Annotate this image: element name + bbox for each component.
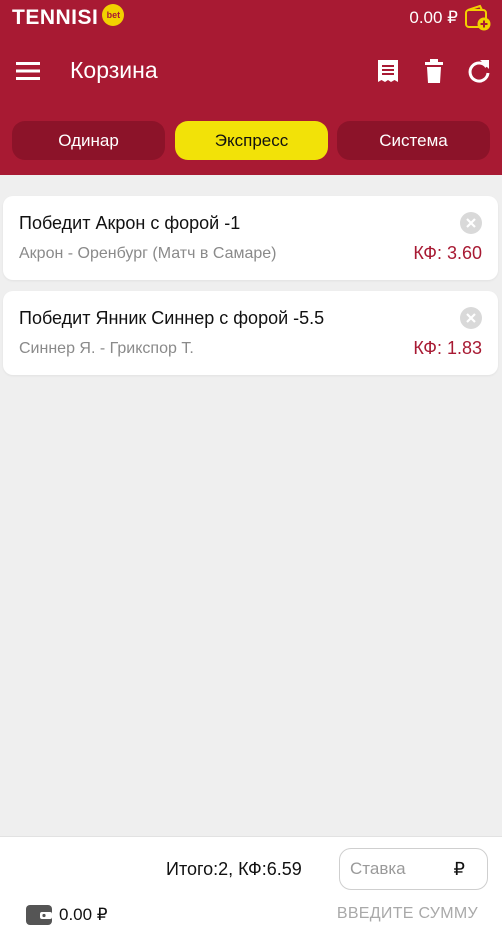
- total-summary: Итого:2, КФ:6.59: [166, 859, 302, 879]
- submit-bet-button[interactable]: ВВЕДИТЕ СУММУ: [337, 905, 478, 923]
- tab-single[interactable]: Одинар: [12, 121, 165, 160]
- page-title: Корзина: [70, 57, 158, 83]
- bet-title: Победит Акрон с форой -1: [19, 213, 241, 233]
- remove-bet-icon[interactable]: [460, 307, 482, 329]
- app-header: TENNISI bet 0.00 ₽ Корзина Одинар Экспре…: [0, 0, 502, 175]
- bet-slip-footer: Итого:2, КФ:6.59 ₽ 0.00 ₽ ВВЕДИТЕ СУММУ: [0, 836, 502, 933]
- remove-bet-icon[interactable]: [460, 212, 482, 234]
- bet-title: Победит Янник Синнер с форой -5.5: [19, 308, 325, 328]
- stake-field: ₽: [339, 848, 488, 890]
- bet-odds: КФ: 1.83: [413, 338, 482, 358]
- toolbar: Корзина: [0, 46, 502, 96]
- bet-card: Победит Янник Синнер с форой -5.5 Синнер…: [3, 291, 498, 375]
- bet-match: Синнер Я. - Грикспор Т.: [19, 340, 194, 357]
- tab-express[interactable]: Экспресс: [175, 121, 328, 160]
- logo-badge: bet: [102, 4, 125, 26]
- tab-system[interactable]: Система: [337, 121, 490, 160]
- top-bar: TENNISI bet 0.00 ₽: [0, 0, 502, 36]
- trash-icon[interactable]: [421, 58, 447, 84]
- wallet-icon: [26, 905, 52, 925]
- stake-currency: ₽: [453, 859, 465, 879]
- bet-card: Победит Акрон с форой -1 Акрон - Оренбур…: [3, 196, 498, 280]
- bet-match: Акрон - Оренбург (Матч в Самаре): [19, 245, 277, 262]
- wallet-add-icon[interactable]: [464, 4, 492, 32]
- bet-odds: КФ: 3.60: [413, 243, 482, 263]
- wallet-balance: 0.00 ₽: [59, 905, 108, 924]
- logo-text: TENNISI: [12, 6, 99, 29]
- logo: TENNISI bet: [12, 4, 125, 30]
- menu-icon[interactable]: [14, 59, 42, 83]
- stake-input[interactable]: [350, 849, 450, 889]
- refresh-icon[interactable]: [466, 58, 492, 84]
- receipt-icon[interactable]: [375, 58, 401, 84]
- bet-type-tabs: Одинар Экспресс Система: [12, 121, 490, 160]
- balance-top: 0.00 ₽: [409, 8, 458, 27]
